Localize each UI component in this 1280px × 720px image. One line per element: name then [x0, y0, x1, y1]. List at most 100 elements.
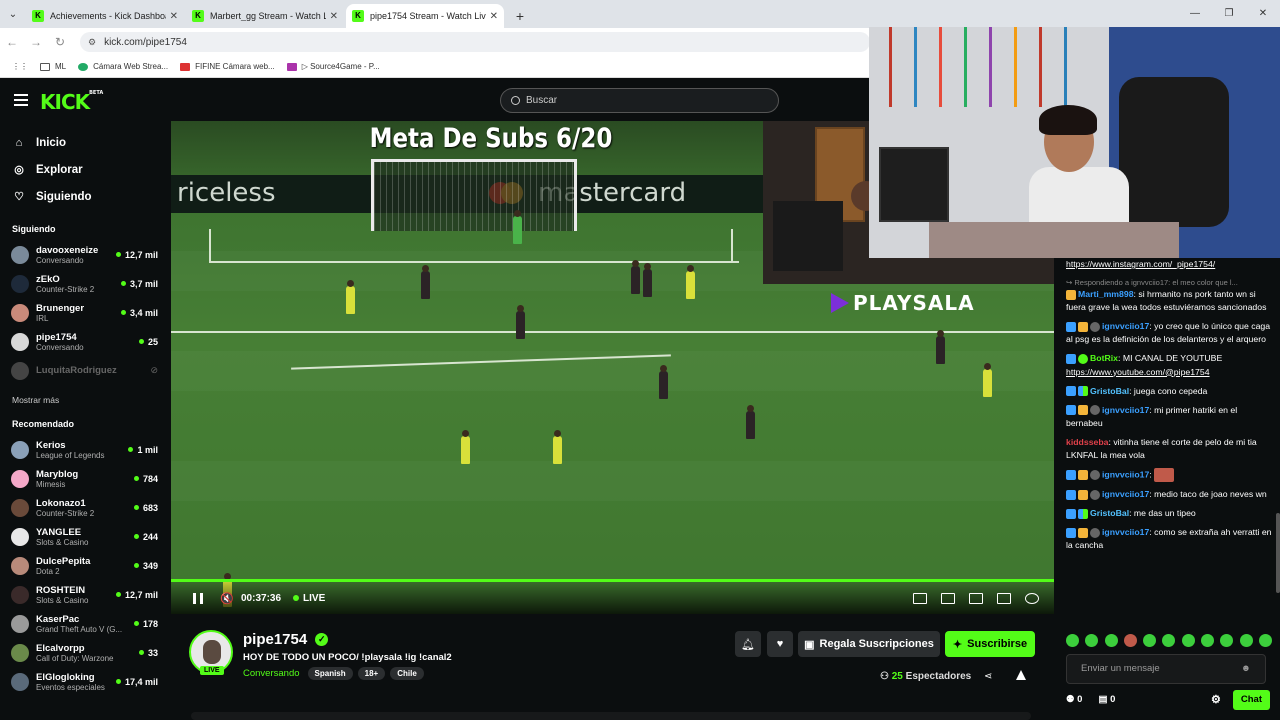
- sidebar-channel[interactable]: DulcePepita Dota 2 349: [0, 551, 170, 580]
- close-window-icon[interactable]: ✕: [1246, 0, 1280, 26]
- bookmark-item[interactable]: ▷ Source4Game - P...: [286, 62, 380, 71]
- bookmark-item[interactable]: FIFINE Cámara web...: [180, 62, 275, 71]
- channel-avatar: [11, 498, 29, 517]
- chat-input[interactable]: Enviar un mensaje ☻: [1066, 654, 1266, 684]
- nav-following[interactable]: ♡ Siguiendo: [0, 183, 170, 210]
- emote-icon[interactable]: [1104, 634, 1118, 647]
- emote-icon[interactable]: [1066, 634, 1079, 647]
- emote-icon[interactable]: [1201, 634, 1215, 647]
- emote-icon[interactable]: [1258, 634, 1272, 647]
- sidebar-channel[interactable]: LuquitaRodriguez ⊘: [0, 356, 170, 385]
- notification-bell-button[interactable]: 🔔︎: [735, 631, 761, 657]
- chat-message: GristoBal: juega cono cepeda: [1066, 385, 1272, 398]
- sidebar-channel[interactable]: Brunenger IRL 3,4 mil: [0, 298, 170, 327]
- gear-icon[interactable]: ⚙: [1211, 692, 1221, 709]
- nav-home[interactable]: ⌂ Inicio: [0, 129, 170, 156]
- channel-category: IRL: [36, 313, 49, 323]
- back-icon[interactable]: ←: [0, 35, 24, 49]
- chat-username[interactable]: GristoBal: [1090, 386, 1129, 396]
- bookmark-item[interactable]: ML: [40, 62, 66, 71]
- sidebar-channel[interactable]: pipe1754 Conversando 25: [0, 327, 170, 356]
- clip-icon[interactable]: [941, 592, 955, 604]
- site-info-icon[interactable]: ⚙: [88, 37, 96, 48]
- rewards-icon[interactable]: ▤: [1098, 693, 1107, 707]
- sidebar-channel[interactable]: ElGlogloking Eventos especiales 17,4 mil: [0, 667, 170, 696]
- bookmark-item[interactable]: Cámara Web Strea...: [78, 62, 168, 71]
- bookmark-label: Cámara Web Strea...: [93, 62, 169, 71]
- emoji-icon[interactable]: ☻: [1241, 662, 1251, 676]
- channel-category: Conversando: [36, 255, 84, 265]
- pip-icon[interactable]: [913, 592, 927, 604]
- browser-tab[interactable]: K Achievements - Kick Dashboard ✕: [26, 4, 184, 28]
- emote-icon[interactable]: [1143, 634, 1157, 647]
- tag-age[interactable]: 18+: [357, 667, 386, 680]
- chat-username[interactable]: ignvvciio17: [1102, 489, 1149, 499]
- sidebar-channel[interactable]: zEkO Counter-Strike 2 3,7 mil: [0, 269, 170, 298]
- forward-icon[interactable]: →: [24, 35, 48, 49]
- mute-icon[interactable]: 🔇: [220, 591, 234, 605]
- chat-username[interactable]: ignvvciio17: [1102, 469, 1149, 479]
- emote-icon[interactable]: [1085, 634, 1099, 647]
- minimize-icon[interactable]: —: [1178, 0, 1212, 26]
- heart-icon: ♡: [14, 191, 24, 203]
- url-field[interactable]: ⚙ kick.com/pipe1754: [80, 32, 870, 52]
- sidebar-channel[interactable]: ROSHTEIN Slots & Casino 12,7 mil: [0, 580, 170, 609]
- report-icon[interactable]: [1016, 670, 1026, 680]
- follow-heart-button[interactable]: ♥: [767, 631, 793, 657]
- chat-link[interactable]: https://www.youtube.com/@pipe1754: [1066, 367, 1210, 377]
- emote-icon[interactable]: [1162, 634, 1176, 647]
- chat-link[interactable]: https://www.instagram.com/_pipe1754/: [1066, 259, 1215, 269]
- star-icon: ✦: [952, 638, 963, 651]
- chat-send-button[interactable]: Chat: [1232, 689, 1270, 711]
- subscribe-button[interactable]: ✦ Suscribirse: [945, 631, 1035, 657]
- chat-username[interactable]: ignvvciio17: [1102, 527, 1149, 537]
- nav-explore[interactable]: ◎ Explorar: [0, 156, 170, 183]
- new-tab-button[interactable]: +: [510, 6, 530, 26]
- channel-viewers: 349: [134, 561, 158, 571]
- browser-tab[interactable]: K Marbert_gg Stream - Watch Live ✕: [186, 4, 344, 28]
- restore-icon[interactable]: ❐: [1212, 0, 1246, 26]
- stream-category[interactable]: Conversando: [243, 668, 300, 679]
- browser-tab-active[interactable]: Kpipe1754 Stream - Watch Live o ✕: [346, 4, 504, 28]
- sidebar-channel[interactable]: davooxeneize Conversando 12,7 mil: [0, 240, 170, 269]
- emote-icon[interactable]: [1123, 634, 1137, 647]
- chat-username[interactable]: ignvvciio17: [1102, 405, 1149, 415]
- reload-icon[interactable]: ↻: [48, 35, 72, 49]
- gift-subs-button[interactable]: ▣ Regala Suscripciones: [798, 631, 940, 657]
- chat-username[interactable]: ignvvciio17: [1102, 321, 1149, 331]
- sidebar-channel[interactable]: Maryblog Mimesis 784: [0, 464, 170, 493]
- chat-scrollbar[interactable]: [1276, 513, 1280, 593]
- channel-avatar: [11, 527, 29, 546]
- close-icon[interactable]: ✕: [490, 11, 498, 22]
- tag-country[interactable]: Chile: [390, 667, 424, 680]
- chat-username[interactable]: BotRix: [1090, 353, 1118, 363]
- search-input[interactable]: Buscar: [500, 88, 779, 113]
- fullscreen-icon[interactable]: [997, 592, 1011, 604]
- points-icon[interactable]: ⚉: [1066, 693, 1075, 707]
- show-more-link[interactable]: Mostrar más: [0, 395, 170, 405]
- apps-icon[interactable]: ⋮⋮: [12, 62, 28, 71]
- emote-icon[interactable]: [1220, 634, 1234, 647]
- sidebar-channel[interactable]: Lokonazo1 Counter-Strike 2 683: [0, 493, 170, 522]
- sidebar-channel[interactable]: KaserPac Grand Theft Auto V (G... 178: [0, 609, 170, 638]
- settings-icon[interactable]: [1025, 592, 1039, 604]
- chat-username[interactable]: kiddsseba: [1066, 437, 1109, 447]
- pause-button[interactable]: [193, 592, 203, 604]
- close-icon[interactable]: ✕: [330, 11, 338, 22]
- chat-username[interactable]: GristoBal: [1090, 508, 1129, 518]
- channel-category: Conversando: [36, 342, 84, 352]
- close-icon[interactable]: ✕: [170, 11, 178, 22]
- chat-username[interactable]: Marti_mm898: [1078, 289, 1134, 299]
- share-icon[interactable]: ⋖: [984, 671, 992, 682]
- sidebar-channel[interactable]: Elcalvorpp Call of Duty: Warzone 33: [0, 638, 170, 667]
- sidebar-channel[interactable]: Kerios League of Legends 1 mil: [0, 435, 170, 464]
- emote-icon[interactable]: [1181, 634, 1195, 647]
- emote-icon[interactable]: [1239, 634, 1253, 647]
- theater-icon[interactable]: [969, 592, 983, 604]
- sidebar-channel[interactable]: YANGLEE Slots & Casino 244: [0, 522, 170, 551]
- tag-language[interactable]: Spanish: [307, 667, 353, 680]
- streamer-name[interactable]: pipe1754: [243, 631, 307, 648]
- tab-search-icon[interactable]: ⌄: [0, 0, 26, 28]
- kick-logo[interactable]: KICKBETA: [40, 90, 103, 114]
- menu-icon[interactable]: [14, 94, 28, 106]
